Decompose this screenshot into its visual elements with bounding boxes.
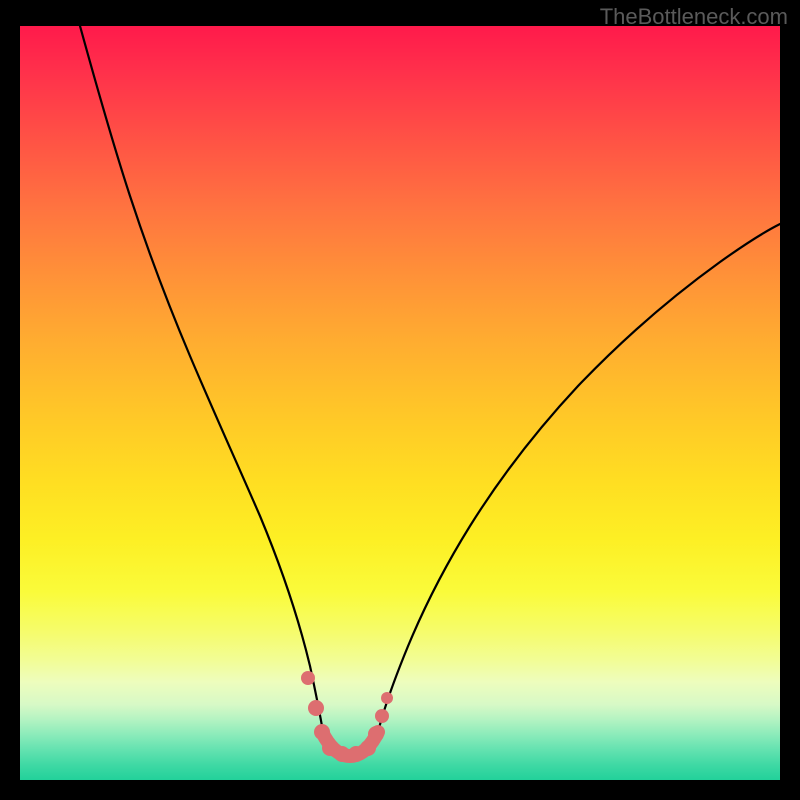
curve-left (80, 26, 323, 732)
marker-dot (375, 709, 389, 723)
chart-svg (20, 26, 780, 780)
curve-right (378, 224, 780, 732)
marker-dot (308, 700, 324, 716)
marker-dot (301, 671, 315, 685)
marker-stroke (322, 732, 378, 756)
chart-frame: TheBottleneck.com (0, 0, 800, 800)
marker-dot (381, 692, 393, 704)
watermark-text: TheBottleneck.com (600, 4, 788, 30)
plot-area (20, 26, 780, 780)
